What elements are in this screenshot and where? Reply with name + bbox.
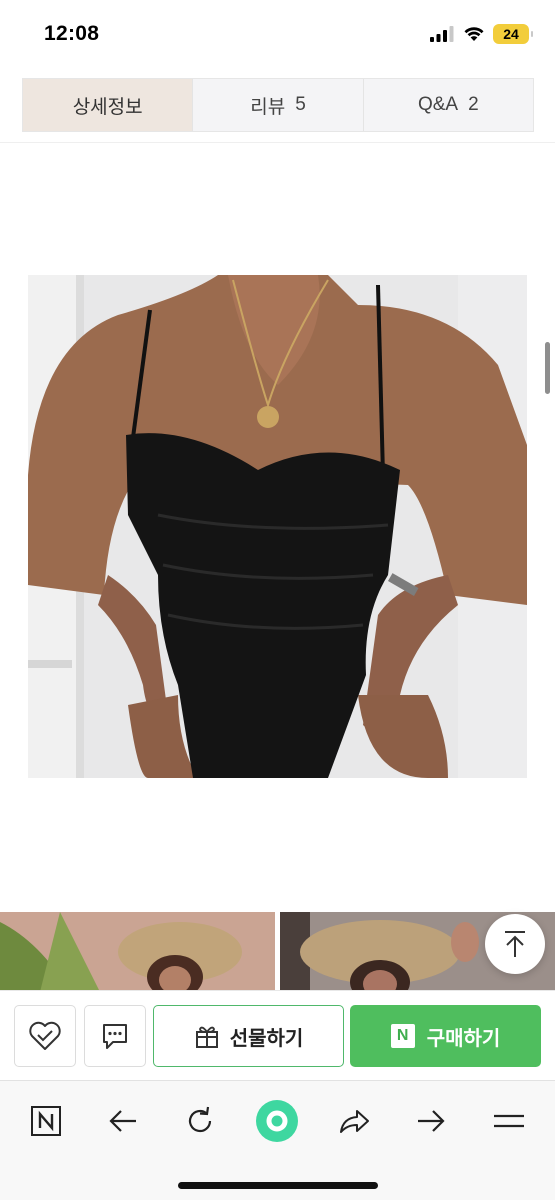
naver-home-button[interactable] xyxy=(24,1099,68,1143)
status-bar: 12:08 24 xyxy=(0,0,555,70)
status-time: 12:08 xyxy=(44,22,100,45)
scrollbar-thumb[interactable] xyxy=(545,342,550,394)
tab-label: 리뷰 xyxy=(250,96,286,118)
cellular-signal-icon xyxy=(430,26,454,42)
heart-check-icon xyxy=(29,1021,61,1050)
tab-count: 5 xyxy=(295,94,306,115)
buy-button-label: 구매하기 xyxy=(426,1027,501,1050)
black-bodysuit-photo xyxy=(28,275,527,778)
wishlist-button[interactable] xyxy=(14,1005,76,1067)
scroll-to-top-button[interactable] xyxy=(485,914,545,974)
home-indicator[interactable] xyxy=(178,1182,378,1189)
gift-button-label: 선물하기 xyxy=(229,1027,304,1050)
naver-home-icon xyxy=(31,1106,61,1136)
chat-bubble-icon xyxy=(103,1024,127,1049)
tab-label: Q&A xyxy=(417,94,459,115)
tab-count: 2 xyxy=(468,94,479,115)
back-button[interactable] xyxy=(101,1099,145,1143)
green-dot-button[interactable] xyxy=(255,1099,299,1143)
refresh-icon xyxy=(188,1106,212,1133)
refresh-button[interactable] xyxy=(178,1099,222,1143)
purchase-bar: 선물하기 N 구매하기 xyxy=(0,990,555,1080)
menu-button[interactable] xyxy=(487,1099,531,1143)
naver-pay-badge: N xyxy=(390,1024,415,1048)
share-icon xyxy=(340,1110,369,1133)
arrow-up-to-top-icon xyxy=(505,931,525,957)
divider xyxy=(0,142,555,143)
chat-button[interactable] xyxy=(84,1005,146,1067)
tab-label: 상세정보 xyxy=(72,96,143,118)
product-thumbnail[interactable] xyxy=(0,912,275,992)
gift-box-icon xyxy=(195,1026,218,1048)
tab-qna[interactable]: Q&A 2 xyxy=(364,79,533,131)
tab-reviews[interactable]: 리뷰 5 xyxy=(193,79,364,131)
tab-detail-info[interactable]: 상세정보 xyxy=(23,79,194,131)
back-arrow-icon xyxy=(109,1110,136,1132)
share-button[interactable] xyxy=(332,1099,376,1143)
product-detail-image xyxy=(28,275,527,778)
straw-hat-photo-1 xyxy=(0,912,275,992)
wifi-icon xyxy=(464,27,484,41)
battery-indicator: 24 xyxy=(493,24,533,44)
forward-arrow-icon xyxy=(418,1110,445,1132)
green-dot-icon xyxy=(256,1100,298,1142)
menu-icon xyxy=(494,1114,524,1128)
buy-button[interactable]: N 구매하기 xyxy=(350,1005,541,1067)
forward-button[interactable] xyxy=(409,1099,453,1143)
gift-button[interactable]: 선물하기 xyxy=(153,1005,344,1067)
product-tabs: 상세정보 리뷰 5 Q&A 2 xyxy=(22,78,534,132)
